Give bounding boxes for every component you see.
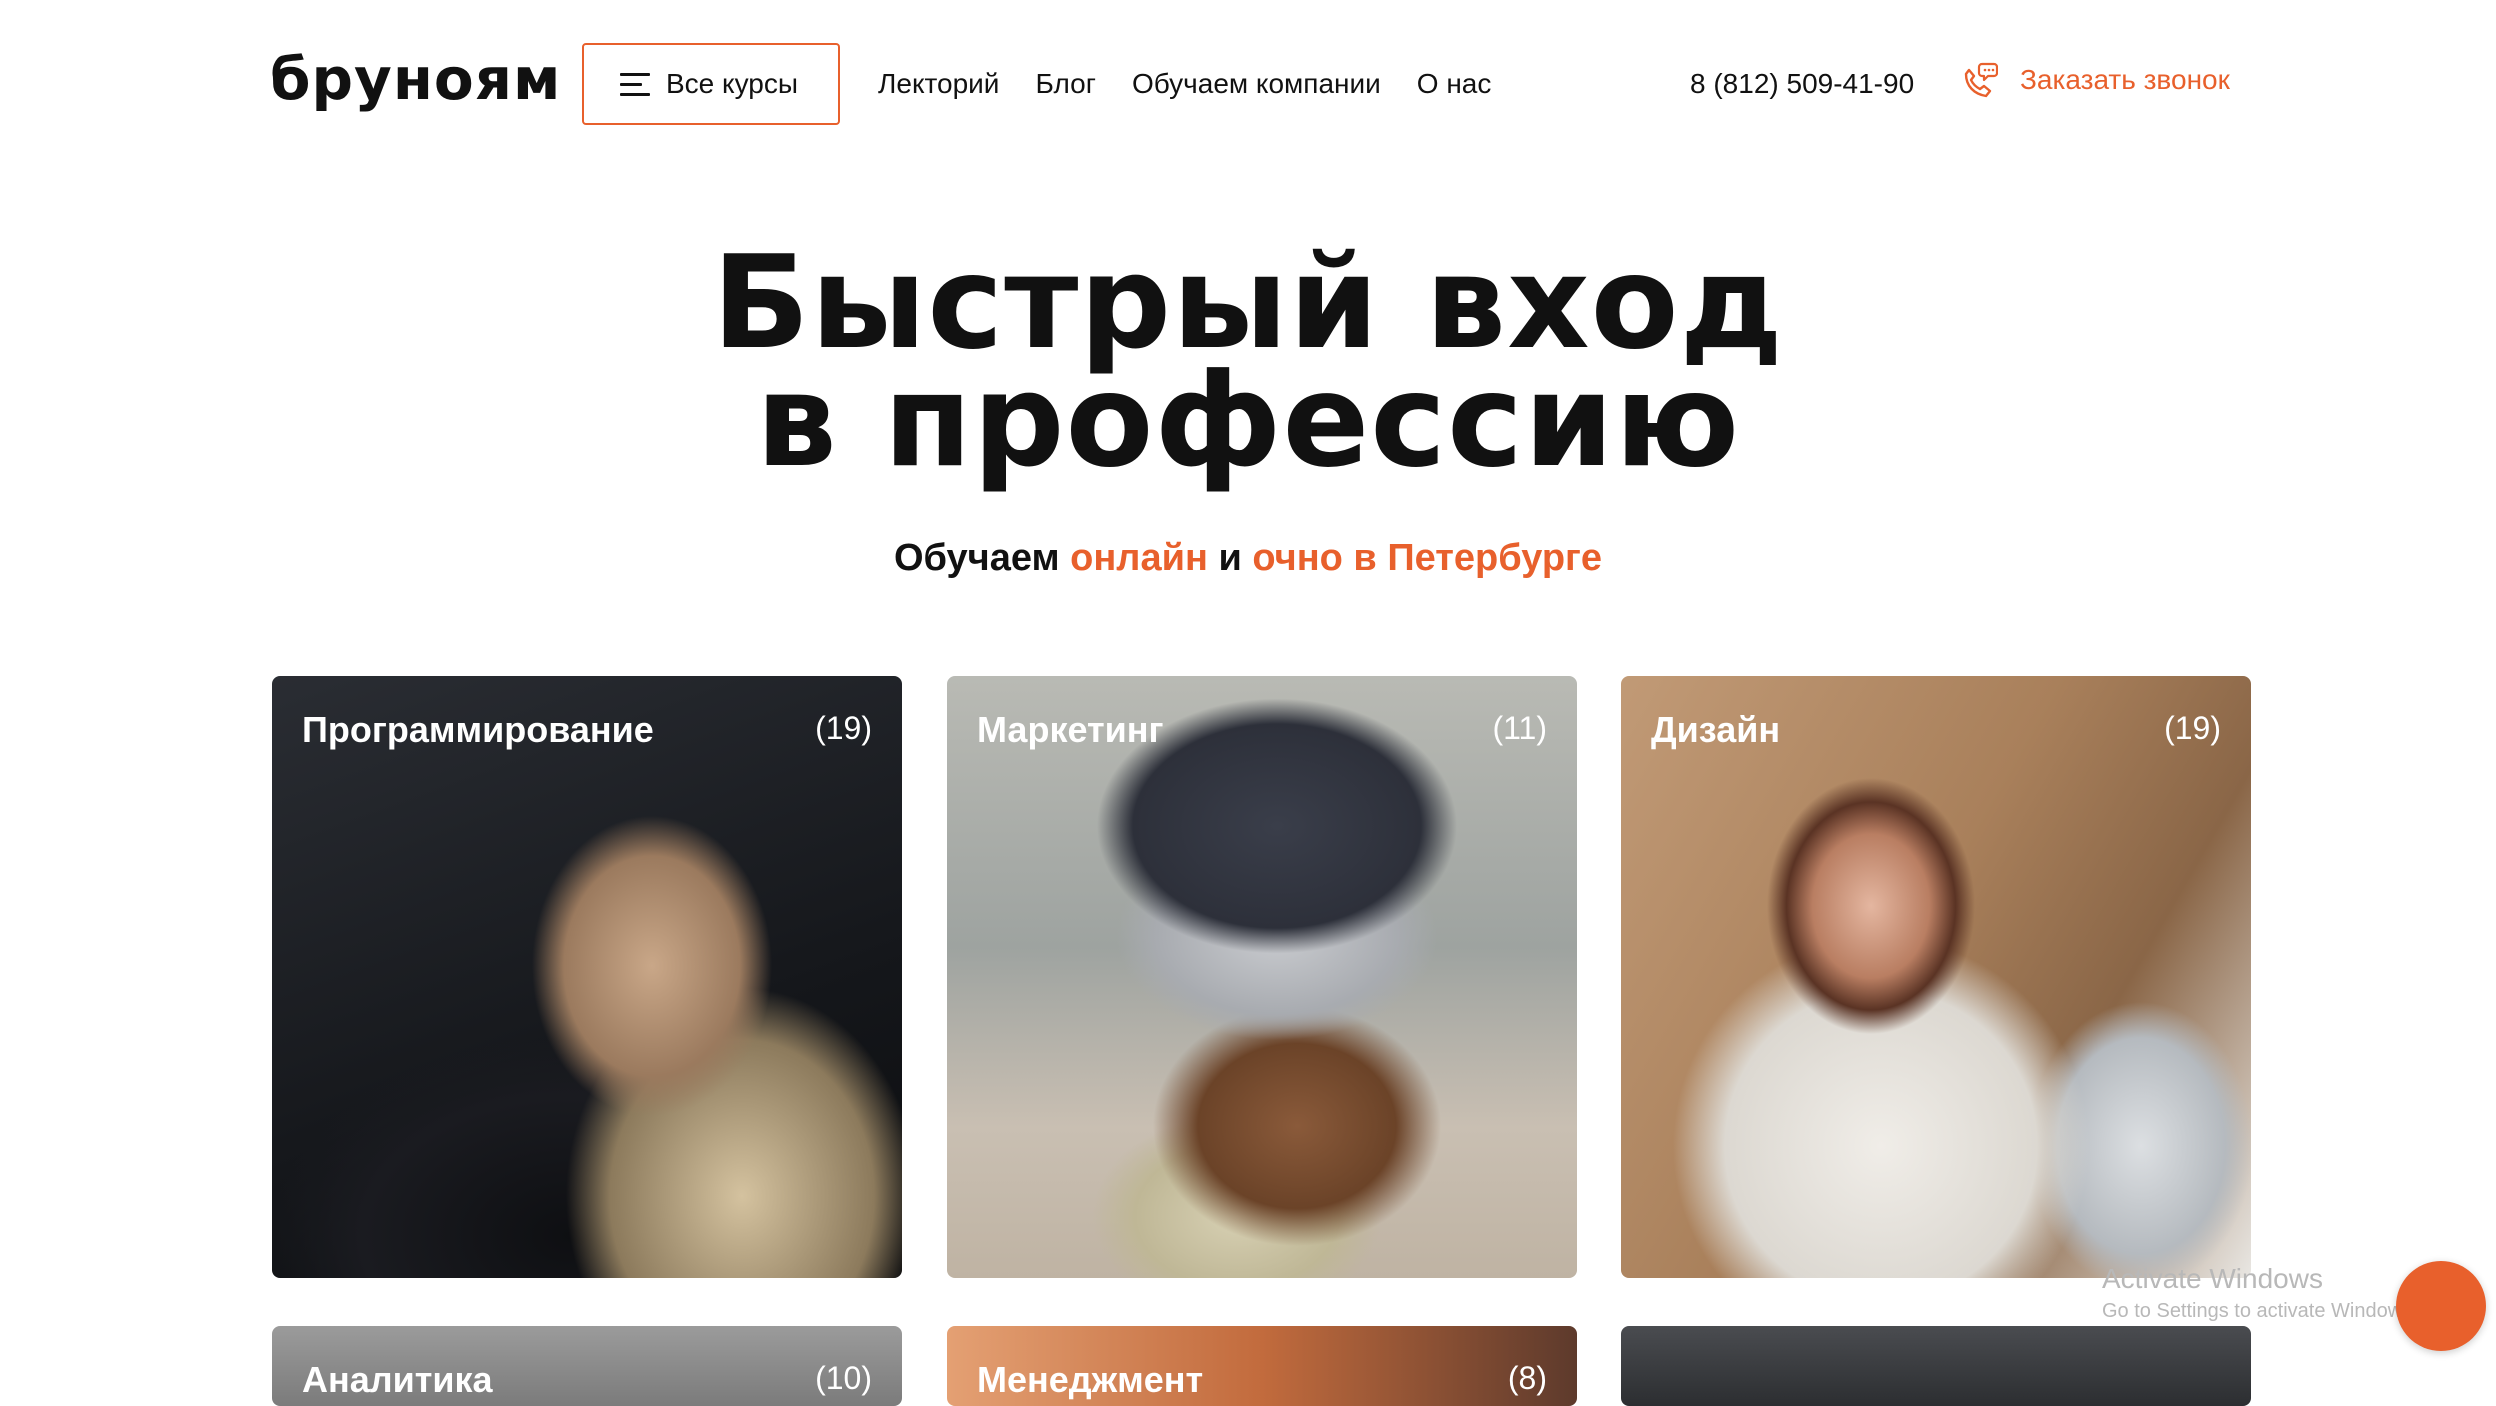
hero-sub-part1: Обучаем [893, 537, 1071, 579]
main-nav: Лекторий Блог Обучаем компании О нас [878, 62, 1491, 106]
category-card-management[interactable]: Менеджмент (8) [947, 1326, 1577, 1406]
category-card-programming[interactable]: Программирование (19) [272, 676, 902, 1278]
category-title: Аналитика [302, 1359, 493, 1400]
category-title: Программирование [302, 709, 654, 750]
category-count: (11) [1492, 710, 1547, 746]
phone-chat-icon [1964, 62, 1998, 98]
all-courses-label: Все курсы [666, 68, 798, 99]
hero-title-line1: Быстрый вход [712, 229, 1784, 378]
windows-activation-watermark: Activate Windows Go to Settings to activ… [2102, 1262, 2418, 1326]
category-photo [947, 676, 1577, 1278]
all-courses-button[interactable]: Все курсы [582, 43, 840, 125]
nav-link-corporate[interactable]: Обучаем компании [1132, 62, 1381, 106]
menu-icon [620, 73, 650, 96]
category-title: Маркетинг [977, 709, 1164, 750]
nav-link-lectures[interactable]: Лекторий [878, 62, 999, 106]
category-photo [1621, 1326, 2251, 1406]
category-count: (10) [815, 1360, 872, 1396]
watermark-line2: Go to Settings to activate Windows. [2102, 1300, 2418, 1322]
category-count: (19) [2164, 710, 2221, 746]
category-card-design[interactable]: Дизайн (19) [1621, 676, 2251, 1278]
category-card-6[interactable] [1621, 1326, 2251, 1406]
category-card-analytics[interactable]: Аналитика (10) [272, 1326, 902, 1406]
site-header: бруноям Все курсы Лекторий Блог Обучаем … [0, 0, 2496, 170]
hero-title: Быстрый вход в профессию [0, 229, 2496, 496]
nav-link-blog[interactable]: Блог [1035, 62, 1096, 106]
online-link[interactable]: онлайн [1070, 537, 1208, 579]
hero-sub-part2: и [1207, 537, 1253, 579]
hero-subtitle: Обучаем онлайн и очно в Петербурге [0, 534, 2496, 582]
phone-number[interactable]: 8 (812) 509-41-90 [1690, 62, 1914, 106]
chat-widget-button[interactable] [2396, 1261, 2486, 1351]
category-title: Менеджмент [977, 1359, 1204, 1400]
category-count: (8) [1507, 1360, 1547, 1396]
category-count: (19) [815, 710, 872, 746]
category-photo [272, 676, 902, 1278]
category-title: Дизайн [1651, 709, 1781, 750]
offline-spb-link[interactable]: очно в Петербурге [1252, 537, 1602, 579]
watermark-line1: Activate Windows [2102, 1263, 2323, 1294]
callback-label: Заказать звонок [2020, 64, 2230, 95]
callback-button[interactable]: Заказать звонок [1960, 58, 2230, 102]
hero-title-line2: в профессию [755, 347, 1741, 496]
category-card-marketing[interactable]: Маркетинг (11) [947, 676, 1577, 1278]
brand-logo[interactable]: бруноям [270, 44, 561, 114]
category-photo [1621, 676, 2251, 1278]
nav-link-about[interactable]: О нас [1417, 62, 1492, 106]
